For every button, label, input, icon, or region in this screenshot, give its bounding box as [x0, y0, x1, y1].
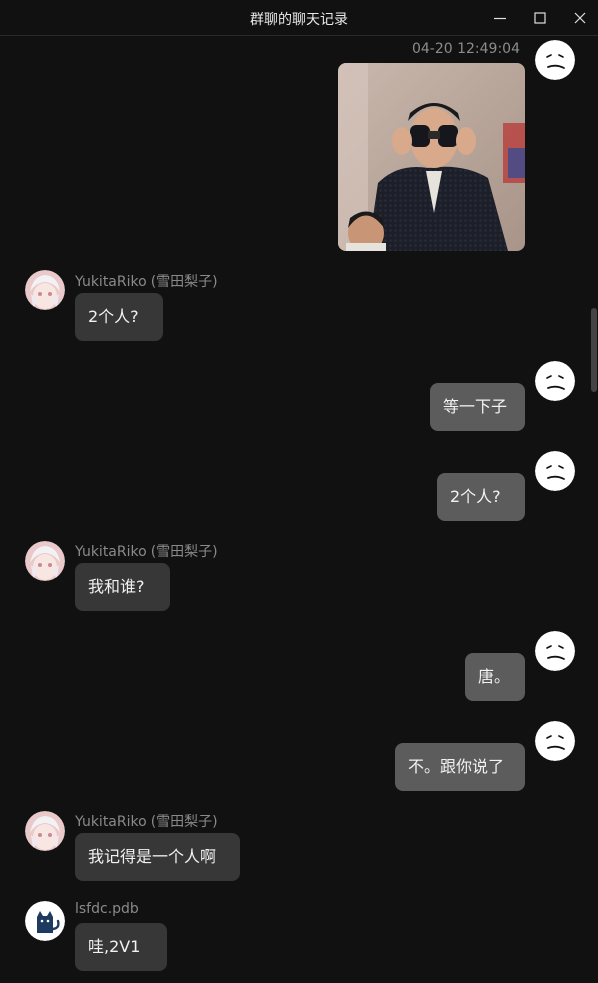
sender-name-line: YukitaRiko (雪田梨子): [75, 541, 218, 561]
chat-history-window: 群聊的聊天记录 04-20 12:49:04 YukitaRiko (雪田梨子)…: [0, 0, 598, 983]
message-bubble[interactable]: 2个人?: [437, 473, 525, 521]
message-bubble[interactable]: 等一下子: [430, 383, 525, 431]
self-avatar[interactable]: [535, 451, 575, 491]
sender-avatar[interactable]: [25, 811, 65, 851]
sender-avatar[interactable]: [25, 541, 65, 581]
image-message[interactable]: [338, 63, 525, 251]
meh-face-avatar-icon: [535, 631, 575, 671]
self-avatar[interactable]: [535, 40, 575, 80]
message-bubble[interactable]: 2个人?: [75, 293, 163, 341]
maximize-button[interactable]: [520, 0, 560, 35]
group-card-name: (雪田梨子): [150, 274, 218, 290]
sender-name: YukitaRiko: [75, 544, 147, 560]
sender-name: lsfdc.pdb: [75, 901, 139, 917]
anime-girl-avatar-icon: [25, 811, 65, 851]
message-bubble[interactable]: 唐。: [465, 653, 525, 701]
self-avatar[interactable]: [535, 721, 575, 761]
anime-girl-avatar-icon: [25, 541, 65, 581]
sender-name: YukitaRiko: [75, 274, 147, 290]
sender-name-line: lsfdc.pdb: [75, 901, 139, 917]
sender-name-line: YukitaRiko (雪田梨子): [75, 271, 218, 291]
self-avatar[interactable]: [535, 631, 575, 671]
minimize-button[interactable]: [480, 0, 520, 35]
photo-man-with-binoculars-icon: [338, 63, 525, 251]
scrollbar-thumb[interactable]: [591, 308, 597, 392]
group-card-name: (雪田梨子): [150, 814, 218, 830]
sender-name: YukitaRiko: [75, 814, 147, 830]
sender-name-line: YukitaRiko (雪田梨子): [75, 811, 218, 831]
anime-girl-avatar-icon: [25, 270, 65, 310]
meh-face-avatar-icon: [535, 721, 575, 761]
close-button[interactable]: [560, 0, 598, 35]
cat-avatar-icon: [25, 901, 65, 941]
sender-avatar[interactable]: [25, 270, 65, 310]
message-timestamp: 04-20 12:49:04: [411, 41, 520, 57]
meh-face-avatar-icon: [535, 451, 575, 491]
close-icon: [574, 12, 586, 23]
meh-face-avatar-icon: [535, 361, 575, 401]
group-card-name: (雪田梨子): [150, 544, 218, 560]
self-avatar[interactable]: [535, 361, 575, 401]
minimize-icon: [494, 17, 506, 19]
meh-face-avatar-icon: [535, 40, 575, 80]
message-bubble[interactable]: 哇,2V1: [75, 923, 167, 971]
message-bubble[interactable]: 不。跟你说了: [395, 743, 525, 791]
maximize-icon: [534, 11, 546, 24]
message-list[interactable]: 04-20 12:49:04 YukitaRiko (雪田梨子) 2个人? 等一…: [0, 36, 598, 983]
message-bubble[interactable]: 我和谁?: [75, 563, 170, 611]
message-bubble[interactable]: 我记得是一个人啊: [75, 833, 240, 881]
sender-avatar[interactable]: [25, 901, 65, 941]
title-bar: 群聊的聊天记录: [0, 0, 598, 36]
